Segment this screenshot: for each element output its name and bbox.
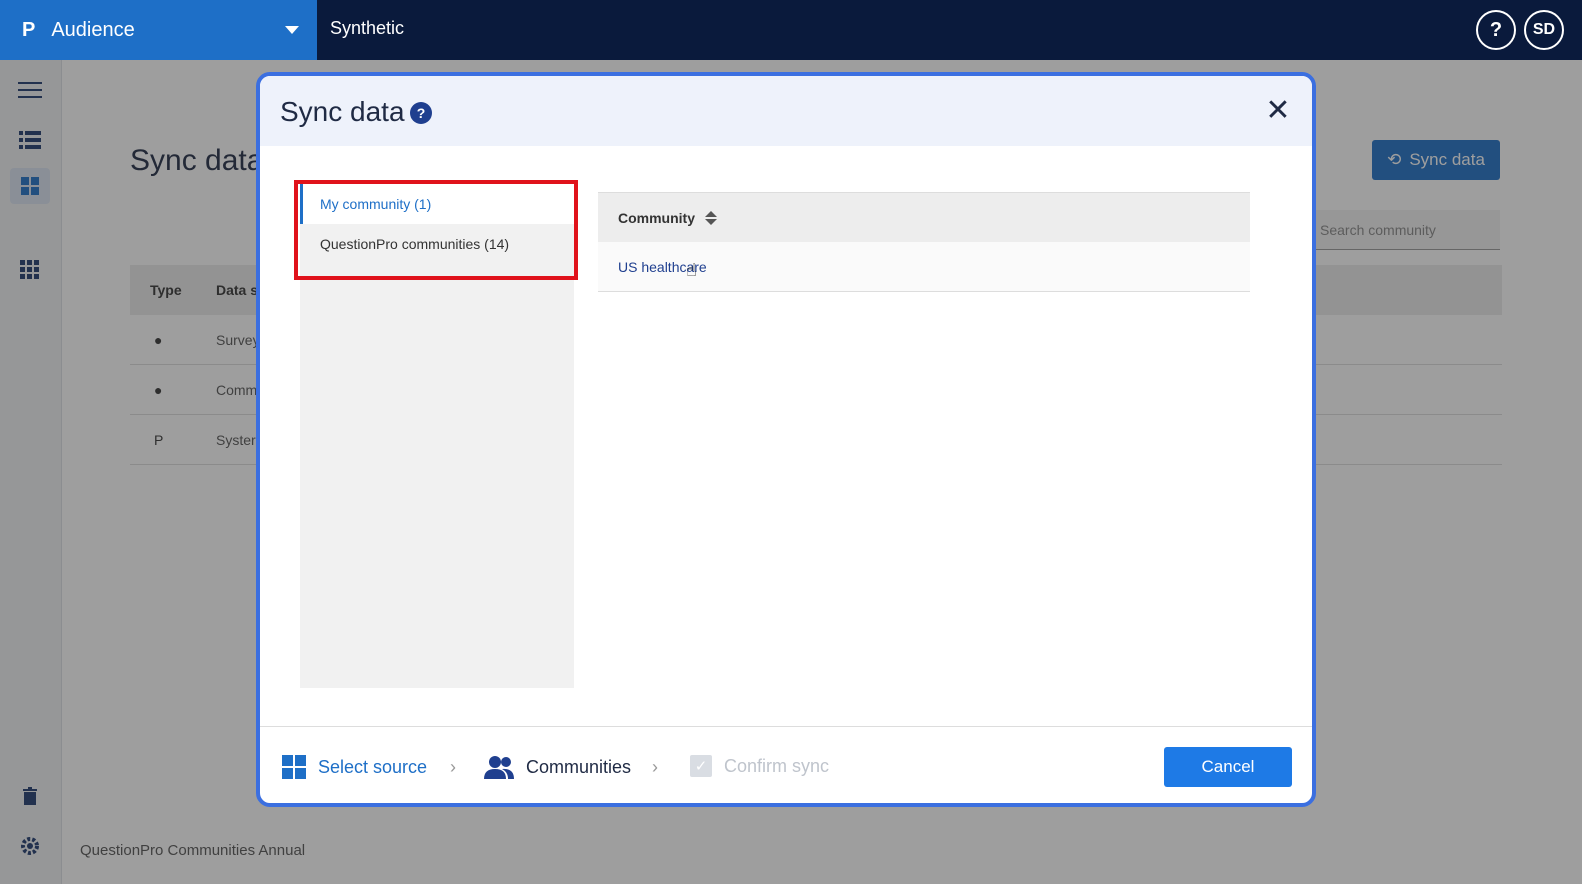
step-confirm-sync: ✓ Confirm sync [690,755,829,777]
step-label: Select source [318,756,428,777]
column-header-label: Community [618,209,695,226]
step-select-source[interactable]: Select source [282,755,427,779]
checkbox-icon: ✓ [690,755,712,777]
app-name: Audience [51,18,135,41]
step-label: Confirm sync [724,755,830,776]
help-button[interactable]: ? [1476,10,1516,50]
chevron-down-icon [285,26,299,34]
table-row[interactable]: US healthcare ☝ [598,242,1250,292]
chevron-right-icon: › [450,757,456,777]
help-icon[interactable]: ? [410,102,432,124]
community-table: Community US healthcare ☝ [598,192,1250,292]
highlight-annotation [294,180,578,280]
sync-data-modal: Sync data ? ✕ My community (1) QuestionP… [256,72,1316,807]
hand-cursor-icon: ☝ [686,260,697,280]
sort-icon[interactable] [705,210,717,225]
modal-title: Sync data [280,96,405,127]
step-label: Communities [526,756,632,777]
grid-icon [282,755,306,779]
workspace-name: Synthetic [330,18,405,38]
wizard-footer: Select source › Communities › ✓ Confirm … [260,726,1312,803]
column-header-community[interactable]: Community [598,192,1250,242]
modal-header: Sync data ? ✕ [260,76,1312,146]
questionpro-logo: P [22,18,36,41]
close-icon[interactable]: ✕ [1263,96,1293,126]
avatar[interactable]: SD [1524,10,1564,50]
app-switcher[interactable]: P Audience [0,0,317,60]
cancel-button[interactable]: Cancel [1164,747,1292,787]
chevron-right-icon: › [652,757,658,777]
top-bar: P Audience Synthetic ? SD [0,0,1582,60]
users-icon [484,756,514,779]
step-communities[interactable]: Communities [484,755,631,779]
